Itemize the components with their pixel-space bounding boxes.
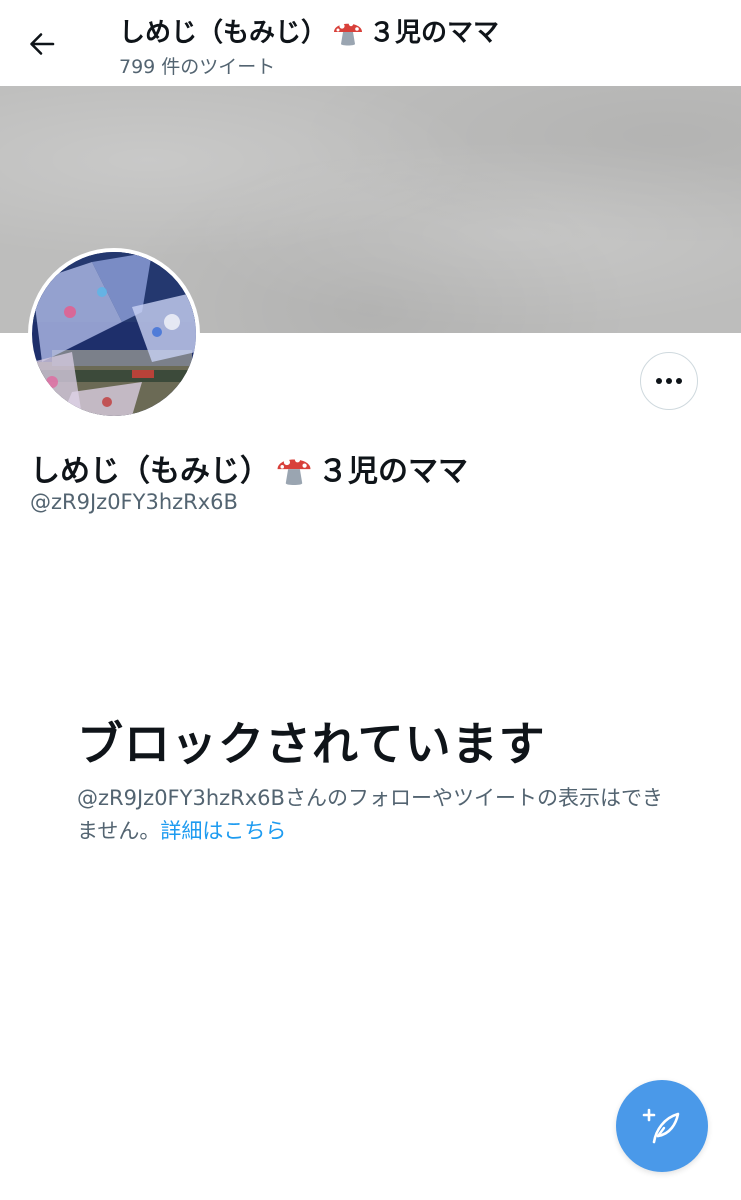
blocked-message: @zR9Jz0FY3hzRx6Bさんのフォローやツイートの表示はできません。詳細… <box>77 782 667 848</box>
header-name-text: しめじ（もみじ） <box>119 18 328 48</box>
header-display-name: しめじ（もみじ） ３児のママ <box>119 12 499 49</box>
compose-tweet-icon <box>642 1108 680 1144</box>
mushroom-icon <box>277 457 311 486</box>
profile-handle: @zR9Jz0FY3hzRx6B <box>30 490 238 514</box>
avatar-image <box>32 252 196 416</box>
mushroom-icon <box>334 21 363 45</box>
avatar[interactable] <box>28 248 200 420</box>
header-name-suffix: ３児のママ <box>369 18 500 48</box>
profile-display-name: しめじ（もみじ） ３児のママ <box>30 446 468 490</box>
learn-more-link[interactable]: 詳細はこちら <box>160 819 286 843</box>
top-header: しめじ（もみじ） ３児のママ 799 件のツイート <box>0 0 741 86</box>
profile-name-suffix: ３児のママ <box>318 454 468 489</box>
profile-name-text: しめじ（もみじ） <box>30 454 270 489</box>
tweet-count: 799 件のツイート <box>119 56 276 78</box>
arrow-left-icon <box>30 33 55 55</box>
avatar-photo <box>32 252 196 416</box>
back-button[interactable] <box>22 24 62 64</box>
more-options-button[interactable] <box>640 352 698 410</box>
blocked-title: ブロックされています <box>77 717 546 771</box>
compose-tweet-button[interactable] <box>616 1080 708 1172</box>
ellipsis-icon <box>656 378 682 384</box>
